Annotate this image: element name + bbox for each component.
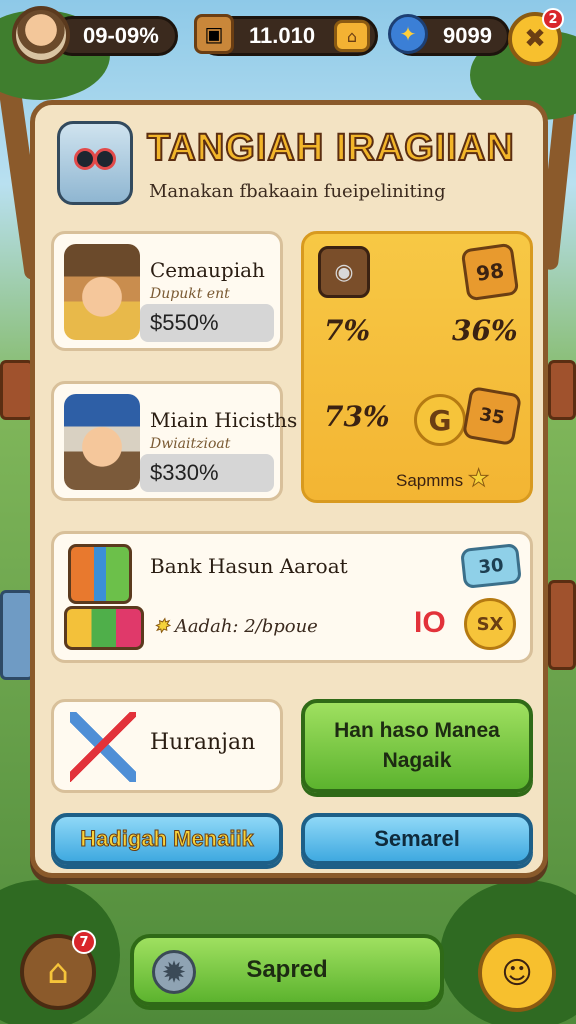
gold-amount: 11.010	[249, 23, 316, 48]
chat-button[interactable]: ☺	[478, 934, 556, 1012]
cancel-button[interactable]: Semarel	[301, 813, 533, 865]
star-icon: ★	[467, 465, 490, 493]
gift-icon	[68, 544, 132, 604]
chat-icon: ☺	[501, 955, 533, 991]
home-icon: ⌂	[47, 952, 69, 992]
main-panel: TANGIAH IRAGIIAN Manakan fbakaain fueipe…	[30, 100, 548, 878]
gems-amount: 9099	[443, 23, 492, 48]
character-subtitle: Dwiaitzioat	[150, 436, 231, 452]
save-label: Sapred	[246, 956, 328, 983]
character-value: $330%	[140, 454, 274, 492]
character-value: $550%	[140, 304, 274, 342]
reward-button[interactable]: Hadigah Menaiik	[51, 813, 283, 865]
player-avatar[interactable]	[12, 6, 70, 64]
shop-icon[interactable]: ⌂	[334, 20, 370, 52]
bonus-value-1: 7%	[324, 314, 371, 347]
tool-card[interactable]: Huranjan	[51, 699, 283, 793]
level-text: 09-09%	[83, 23, 159, 48]
claim-button[interactable]: Han haso Manea Nagaik	[301, 699, 533, 793]
notification-badge: 2	[542, 8, 564, 30]
bonus-value-3: 73%	[324, 400, 390, 433]
character-portrait	[64, 244, 140, 340]
ticket-icon: 98	[460, 242, 520, 302]
heart-icon: IO	[414, 606, 446, 640]
character-portrait	[64, 394, 140, 490]
panel-subtitle: Manakan fbakaain fueipeliniting	[149, 181, 446, 202]
character-card-1[interactable]: Cemaupiah Dupukt ent $550%	[51, 231, 283, 351]
tool-label: Huranjan	[150, 730, 256, 755]
gear-icon: ✹	[152, 950, 196, 994]
panel-title: TANGIAH IRAGIIAN	[146, 126, 515, 170]
bank-subtitle: ✸ Aadah: 2/bpoue	[153, 616, 318, 638]
gem-icon: ✦	[388, 14, 428, 54]
bonus-card[interactable]: ◉ 98 7% 36% 73% G 35 Sapmms ★	[301, 231, 533, 503]
robot-mascot	[57, 121, 133, 205]
bank-subtitle-text: Aadah: 2/bpoue	[174, 616, 318, 637]
coin-text: G	[428, 403, 452, 437]
close-icon: ✖	[524, 24, 546, 54]
tools-icon	[70, 712, 136, 782]
character-name: Miain Hicisths	[150, 408, 298, 432]
heart-text: IO	[414, 606, 446, 639]
bonus-footer: Sapmms ★	[396, 464, 490, 493]
ticket-text: 35	[477, 403, 507, 429]
bonus-footer-label: Sapmms	[396, 471, 464, 490]
chest-icon: ▣	[194, 14, 234, 54]
star-icon: ✸	[153, 616, 170, 638]
save-button[interactable]: ✹ Sapred	[130, 934, 444, 1006]
character-name: Cemaupiah	[150, 258, 265, 282]
coin-text: SX	[476, 613, 504, 635]
home-badge: 7	[72, 930, 96, 954]
bonus-value-2: 36%	[452, 314, 518, 347]
bank-card[interactable]: Bank Hasun Aaroat ✸ Aadah: 2/bpoue 30 IO…	[51, 531, 533, 663]
price-tag-text: 30	[477, 554, 505, 578]
boxes-icon	[64, 606, 144, 650]
top-bar: 09-09% 11.010 ▣ ⌂ 9099 ✦ ✖ 2	[0, 4, 576, 66]
bank-title: Bank Hasun Aaroat	[150, 554, 348, 578]
camera-icon: ◉	[318, 246, 370, 298]
ticket-icon: 35	[461, 385, 523, 447]
coin-icon: SX	[464, 598, 516, 650]
ticket-text: 98	[474, 258, 506, 286]
level-pill: 09-09%	[52, 16, 178, 56]
price-tag-icon: 30	[460, 543, 522, 589]
character-card-2[interactable]: Miain Hicisths Dwiaitzioat $330%	[51, 381, 297, 501]
character-subtitle: Dupukt ent	[150, 286, 230, 302]
coin-icon: G	[414, 394, 466, 446]
